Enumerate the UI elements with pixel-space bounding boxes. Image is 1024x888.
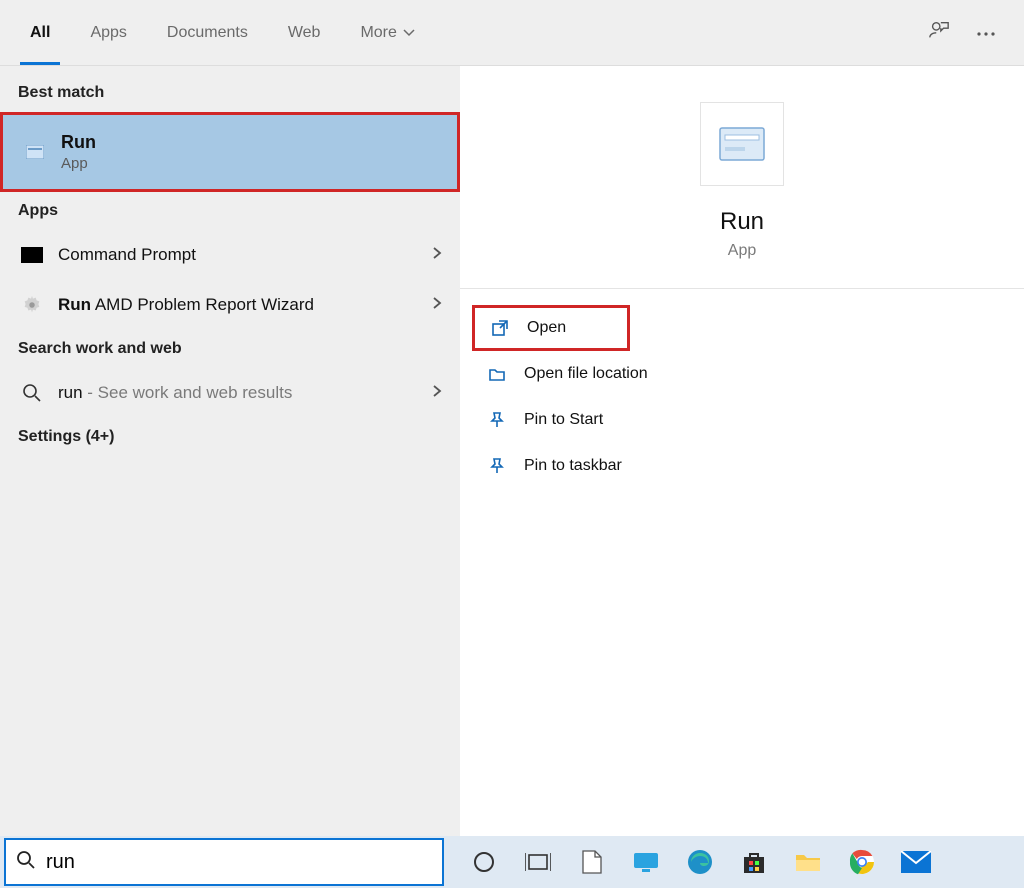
- action-label: Pin to Start: [524, 411, 603, 429]
- header-actions: [928, 19, 1014, 46]
- search-icon: [16, 850, 36, 875]
- pin-icon: [484, 457, 510, 475]
- open-icon: [487, 319, 513, 337]
- tab-label: All: [30, 24, 50, 42]
- tab-web[interactable]: Web: [268, 1, 341, 65]
- search-input[interactable]: [46, 851, 432, 874]
- result-title: Run: [61, 132, 96, 153]
- preview-app-icon: [700, 102, 784, 186]
- tab-label: Apps: [90, 24, 126, 42]
- pin-icon: [484, 411, 510, 429]
- result-web-search[interactable]: run - See work and web results: [0, 368, 460, 418]
- result-subtitle: App: [61, 155, 96, 172]
- more-options-icon[interactable]: [976, 24, 996, 42]
- preview-subtitle: App: [728, 242, 756, 260]
- chevron-right-icon: [432, 384, 442, 403]
- chevron-down-icon: [403, 24, 415, 42]
- preview-title: Run: [720, 208, 764, 236]
- tab-more[interactable]: More: [340, 1, 434, 65]
- action-label: Pin to taskbar: [524, 457, 622, 475]
- best-match-result[interactable]: Run App: [0, 112, 460, 192]
- preview-panel: Run App Open Open file location: [460, 66, 1024, 836]
- section-best-match: Best match: [0, 74, 460, 112]
- section-apps: Apps: [0, 192, 460, 230]
- settings-gear-icon: [18, 294, 46, 316]
- action-pin-to-start[interactable]: Pin to Start: [472, 397, 1012, 443]
- preview-actions: Open Open file location Pin to Start: [460, 289, 1024, 505]
- result-title: Run AMD Problem Report Wizard: [58, 295, 432, 315]
- search-header: All Apps Documents Web More: [0, 0, 1024, 66]
- action-label: Open: [527, 319, 566, 337]
- filter-tabs: All Apps Documents Web More: [10, 1, 435, 65]
- tab-apps[interactable]: Apps: [70, 1, 146, 65]
- microsoft-store-icon[interactable]: [738, 846, 770, 878]
- results-panel: Best match Run App Apps Command Prompt: [0, 66, 460, 836]
- chrome-browser-icon[interactable]: [846, 846, 878, 878]
- action-pin-to-taskbar[interactable]: Pin to taskbar: [472, 443, 1012, 489]
- cortana-icon[interactable]: [468, 846, 500, 878]
- feedback-icon[interactable]: [928, 19, 950, 46]
- taskbar-apps: [444, 846, 1024, 878]
- section-work-web: Search work and web: [0, 330, 460, 368]
- action-label: Open file location: [524, 365, 648, 383]
- taskbar: [0, 836, 1024, 888]
- action-open[interactable]: Open: [472, 305, 630, 351]
- tab-label: More: [360, 24, 396, 42]
- edge-browser-icon[interactable]: [684, 846, 716, 878]
- file-explorer-icon[interactable]: [792, 846, 824, 878]
- command-prompt-icon: [18, 247, 46, 263]
- tab-all[interactable]: All: [10, 1, 70, 65]
- task-view-icon[interactable]: [522, 846, 554, 878]
- libreoffice-icon[interactable]: [576, 846, 608, 878]
- run-app-icon: [21, 145, 49, 159]
- chevron-right-icon: [432, 296, 442, 315]
- section-settings[interactable]: Settings (4+): [0, 418, 460, 456]
- result-amd-wizard[interactable]: Run AMD Problem Report Wizard: [0, 280, 460, 330]
- monitor-icon[interactable]: [630, 846, 662, 878]
- tab-documents[interactable]: Documents: [147, 1, 268, 65]
- mail-icon[interactable]: [900, 846, 932, 878]
- result-command-prompt[interactable]: Command Prompt: [0, 230, 460, 280]
- action-open-file-location[interactable]: Open file location: [472, 351, 1012, 397]
- folder-icon: [484, 365, 510, 383]
- taskbar-search[interactable]: [4, 838, 444, 886]
- result-title: Command Prompt: [58, 245, 432, 265]
- tab-label: Web: [288, 24, 321, 42]
- chevron-right-icon: [432, 246, 442, 265]
- tab-label: Documents: [167, 24, 248, 42]
- result-title: run - See work and web results: [58, 383, 432, 403]
- search-icon: [18, 383, 46, 403]
